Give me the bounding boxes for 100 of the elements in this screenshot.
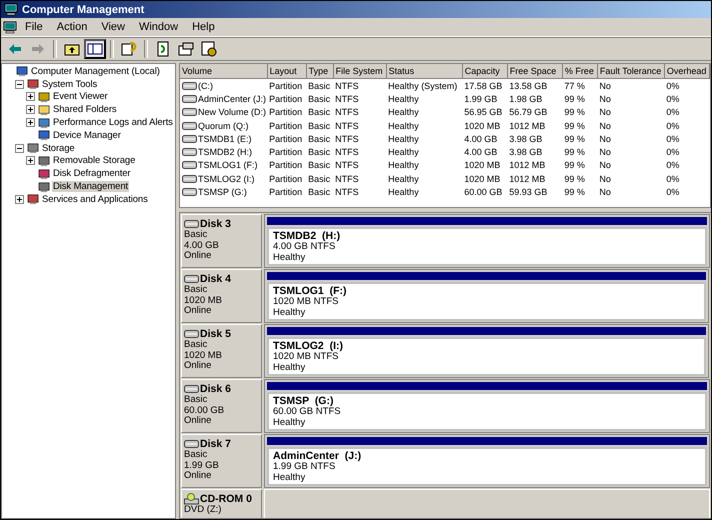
table-cell-text: Healthy: [387, 106, 420, 119]
tree-item[interactable]: Storage: [41, 142, 76, 154]
table-cell-text: 99 %: [563, 159, 586, 172]
partition[interactable]: TSMLOG2 (I:) 1020 MB NTFS Healthy: [264, 324, 710, 378]
partition-size: 1.99 GB NTFS: [273, 462, 336, 472]
expand-icon[interactable]: [26, 105, 35, 114]
table-cell-text: 99 %: [563, 146, 586, 159]
table-cell-text: Basic: [307, 106, 332, 119]
computer-icon: [38, 129, 51, 142]
tree-item[interactable]: Disk Defragmenter: [52, 168, 132, 180]
settings-icon: [201, 41, 217, 57]
column-header[interactable]: Type: [306, 64, 334, 78]
table-cell: TSMDB1 (E:): [198, 134, 252, 144]
table-cell-text: 1020 MB: [463, 159, 502, 172]
tree-item[interactable]: Computer Management (Local): [30, 66, 161, 77]
table-cell-text: No: [598, 146, 612, 159]
partition[interactable]: TSMSP (G:) 60.00 GB NTFS Healthy: [264, 379, 710, 433]
table-cell-text: NTFS: [334, 92, 360, 106]
table-cell-text: Basic: [307, 186, 332, 199]
tree-item[interactable]: Performance Logs and Alerts: [52, 117, 174, 128]
column-header[interactable]: % Free: [562, 64, 598, 78]
partition[interactable]: TSMLOG1 (F:) 1020 MB NTFS Healthy: [264, 269, 710, 323]
tree-item[interactable]: Removable Storage: [52, 155, 136, 166]
table-cell-text: 59.93 GB: [508, 186, 548, 199]
disk-info: Online: [184, 306, 212, 316]
column-header[interactable]: Layout: [267, 64, 306, 78]
table-cell-text: 0%: [665, 92, 680, 106]
table-cell-text: Basic: [307, 146, 332, 159]
table-cell: Partition: [267, 78, 306, 92]
help-icon: [121, 41, 137, 57]
expand-icon[interactable]: [26, 156, 35, 166]
menu-item[interactable]: Window: [132, 21, 184, 33]
tree-item[interactable]: Shared Folders: [52, 104, 118, 116]
tree-item[interactable]: Device Manager: [52, 130, 122, 141]
collapse-icon[interactable]: [15, 80, 24, 89]
menu-item[interactable]: View: [95, 21, 131, 33]
partition[interactable]: AdminCenter (J:) 1.99 GB NTFS Healthy: [264, 434, 710, 488]
table-cell-text: No: [598, 186, 612, 199]
table-cell: TSMSP (G:): [198, 187, 247, 198]
expand-icon[interactable]: [26, 118, 35, 128]
table-cell: 17.58 GB: [462, 78, 508, 92]
partition-name: AdminCenter (J:): [273, 450, 362, 462]
disk-info: Online: [184, 416, 212, 426]
disk-info: 4.00 GB: [184, 240, 220, 251]
tree-item[interactable]: Event Viewer: [52, 91, 109, 102]
disk-info: Basic: [184, 340, 208, 350]
table-cell-text: 99 %: [563, 172, 586, 186]
column-header[interactable]: Status: [386, 64, 462, 78]
table-cell-text: Partition: [268, 106, 304, 119]
table-cell-text: 1.98 GB: [508, 92, 544, 106]
disk-info: Online: [184, 251, 212, 262]
toolbar-button[interactable]: [84, 39, 106, 59]
disk-info: Basic: [184, 450, 208, 460]
table-cell-text: Partition: [268, 120, 304, 132]
menu-item[interactable]: Help: [186, 21, 221, 33]
table-cell-text: Healthy: [387, 92, 420, 106]
table-cell-text: NTFS: [334, 106, 360, 119]
expand-icon[interactable]: [15, 194, 24, 204]
menu-item[interactable]: File: [19, 21, 49, 33]
table-cell-text: Partition: [268, 186, 304, 199]
expand-icon[interactable]: [26, 92, 35, 102]
disk-info: 1020 MB: [184, 296, 224, 306]
tree-item[interactable]: Disk Management: [52, 181, 130, 192]
table-cell-text: Basic: [307, 120, 332, 132]
table-cell-text: 0%: [665, 106, 680, 119]
partition-name: TSMDB2 (H:): [273, 230, 342, 242]
column-header[interactable]: Capacity: [462, 64, 508, 78]
table-cell-text: 4.00 GB: [463, 132, 498, 146]
table-cell-text: Healthy: [387, 146, 420, 159]
table-cell-text: NTFS: [334, 159, 360, 172]
disk-info: 1020 MB: [184, 350, 224, 361]
column-header[interactable]: Overhead: [664, 64, 710, 78]
table-cell-text: Basic: [307, 132, 332, 146]
disk-info: Basic: [184, 285, 208, 296]
tree-item[interactable]: Services and Applications: [41, 194, 149, 205]
table-cell-text: 99 %: [563, 92, 586, 106]
disk-info: 1.99 GB: [184, 460, 220, 471]
table-cell-text: Basic: [307, 172, 332, 186]
table-cell: AdminCenter (J:): [198, 94, 266, 104]
collapse-icon[interactable]: [15, 144, 24, 153]
column-header[interactable]: Fault Tolerance: [597, 64, 664, 78]
table-cell: 13.58 GB: [507, 78, 562, 92]
table-cell-text: 99 %: [563, 132, 586, 146]
column-header[interactable]: Free Space: [507, 64, 562, 78]
partition[interactable]: TSMDB2 (H:) 4.00 GB NTFS Healthy: [264, 214, 710, 268]
table-cell-text: 0%: [665, 172, 680, 186]
column-header[interactable]: File System: [333, 64, 386, 78]
column-header[interactable]: Volume: [180, 64, 268, 78]
table-cell-text: Basic: [307, 92, 332, 106]
table-cell-text: No: [598, 92, 612, 106]
table-cell-text: 1012 MB: [508, 120, 546, 132]
menu-item[interactable]: Action: [50, 21, 94, 33]
table-cell-text: No: [598, 106, 612, 119]
disk-info: Basic: [184, 395, 208, 406]
partition-size: 1020 MB NTFS: [273, 297, 338, 308]
tree-item[interactable]: System Tools: [41, 78, 98, 90]
pane-icon: [87, 41, 103, 57]
disk-name: Disk 3: [200, 218, 231, 230]
partition-status: Healthy: [273, 362, 306, 373]
disk-info: 60.00 GB: [184, 406, 226, 416]
